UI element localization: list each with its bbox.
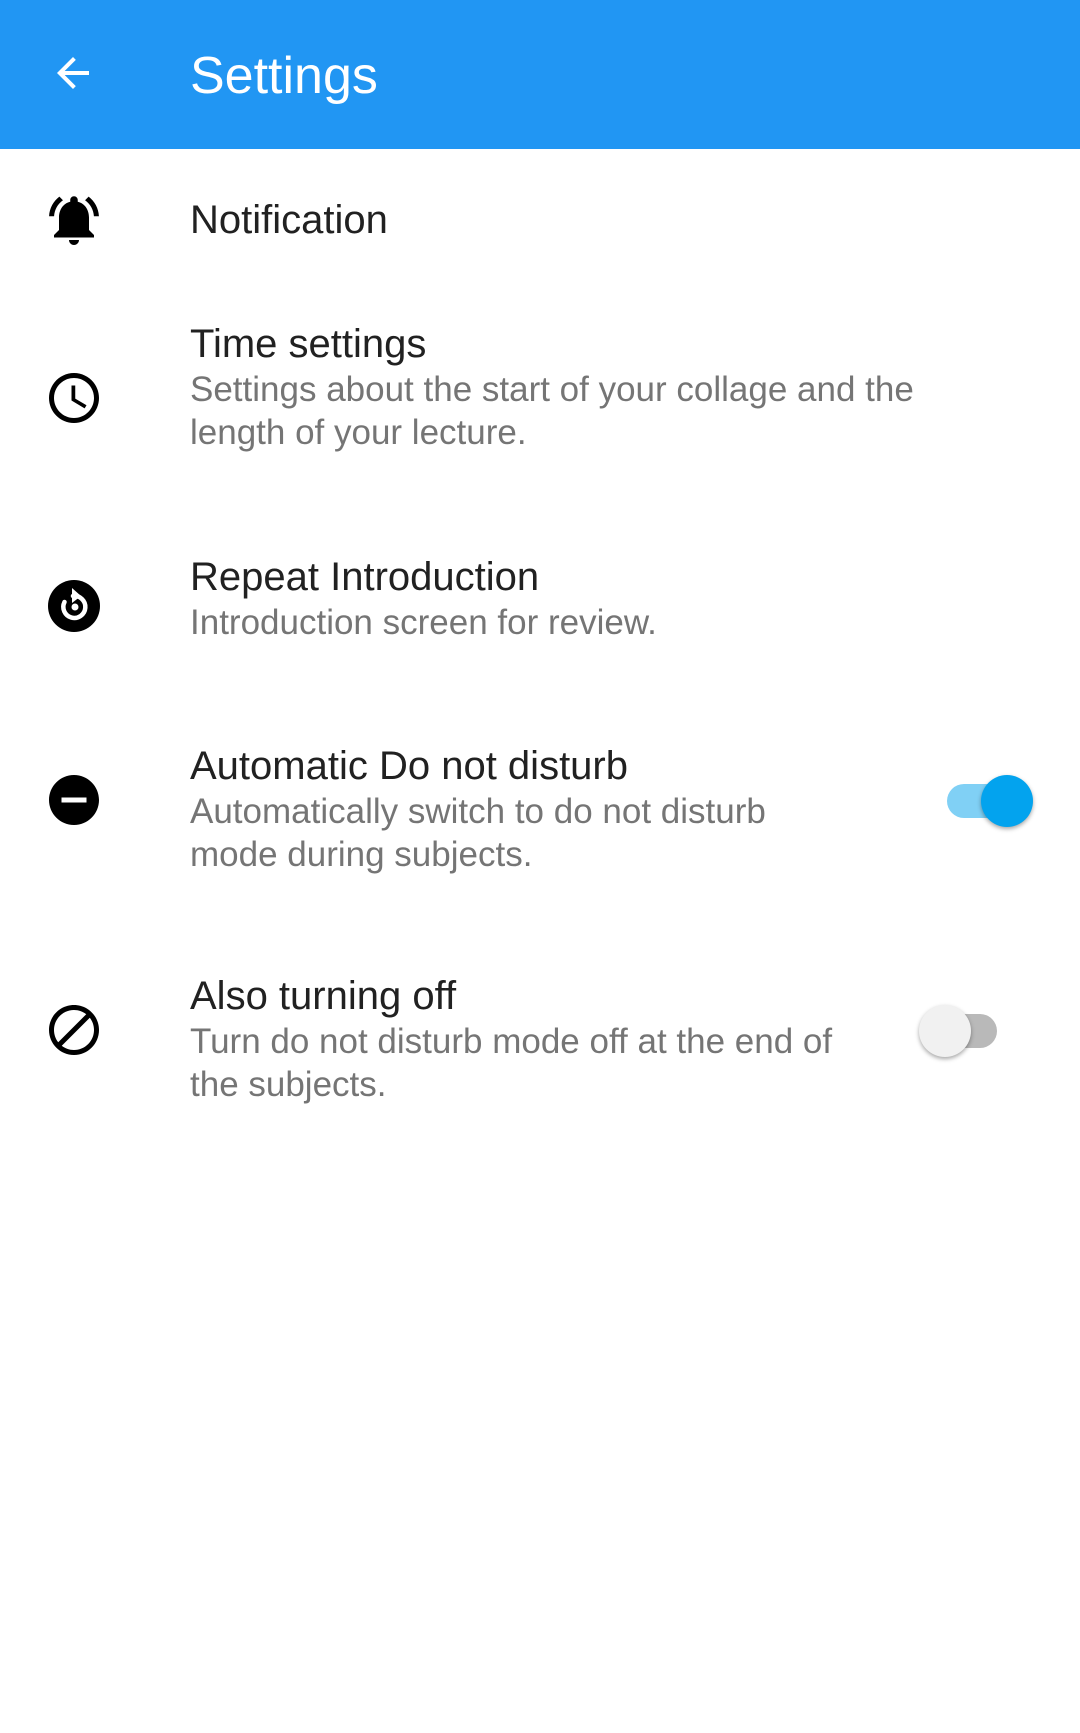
settings-item-auto-dnd[interactable]: Automatic Do not disturb Automatically s…: [0, 716, 1080, 952]
arrow-back-icon: [57, 57, 89, 89]
bell-ringing-icon: [44, 190, 104, 250]
block-icon: [44, 1000, 104, 1060]
back-button[interactable]: [33, 33, 113, 113]
settings-item-title: Notification: [190, 198, 388, 242]
settings-item-summary: Introduction screen for review.: [190, 603, 657, 642]
settings-item-notification[interactable]: Notification: [0, 149, 1080, 290]
page-title: Settings: [190, 47, 378, 105]
settings-item-title: Time settings: [190, 322, 427, 366]
settings-item-summary: Automatically switch to do not disturb m…: [190, 792, 766, 874]
settings-item-text: Repeat Introduction Introduction screen …: [190, 553, 1080, 644]
settings-item-summary: Turn do not disturb mode off at the end …: [190, 1022, 833, 1104]
settings-list: Notification Time settings Settings abou…: [0, 149, 1080, 1182]
settings-item-title: Repeat Introduction: [190, 555, 540, 599]
do-not-disturb-icon: [44, 770, 104, 830]
settings-item-also-turning-off[interactable]: Also turning off Turn do not disturb mod…: [0, 952, 1080, 1182]
settings-item-time[interactable]: Time settings Settings about the start o…: [0, 290, 1080, 526]
auto-dnd-switch[interactable]: [937, 765, 1033, 827]
app-bar: Settings: [0, 0, 1080, 149]
switch-thumb: [981, 775, 1033, 827]
settings-item-repeat-introduction[interactable]: Repeat Introduction Introduction screen …: [0, 526, 1080, 716]
replay-icon: [44, 576, 104, 636]
settings-item-text: Time settings Settings about the start o…: [190, 320, 1080, 454]
clock-icon: [44, 368, 104, 428]
also-turning-off-switch[interactable]: [917, 995, 1007, 1057]
settings-item-summary: Settings about the start of your collage…: [190, 370, 914, 452]
settings-item-text: Notification: [190, 196, 1080, 244]
switch-thumb: [919, 1005, 971, 1057]
